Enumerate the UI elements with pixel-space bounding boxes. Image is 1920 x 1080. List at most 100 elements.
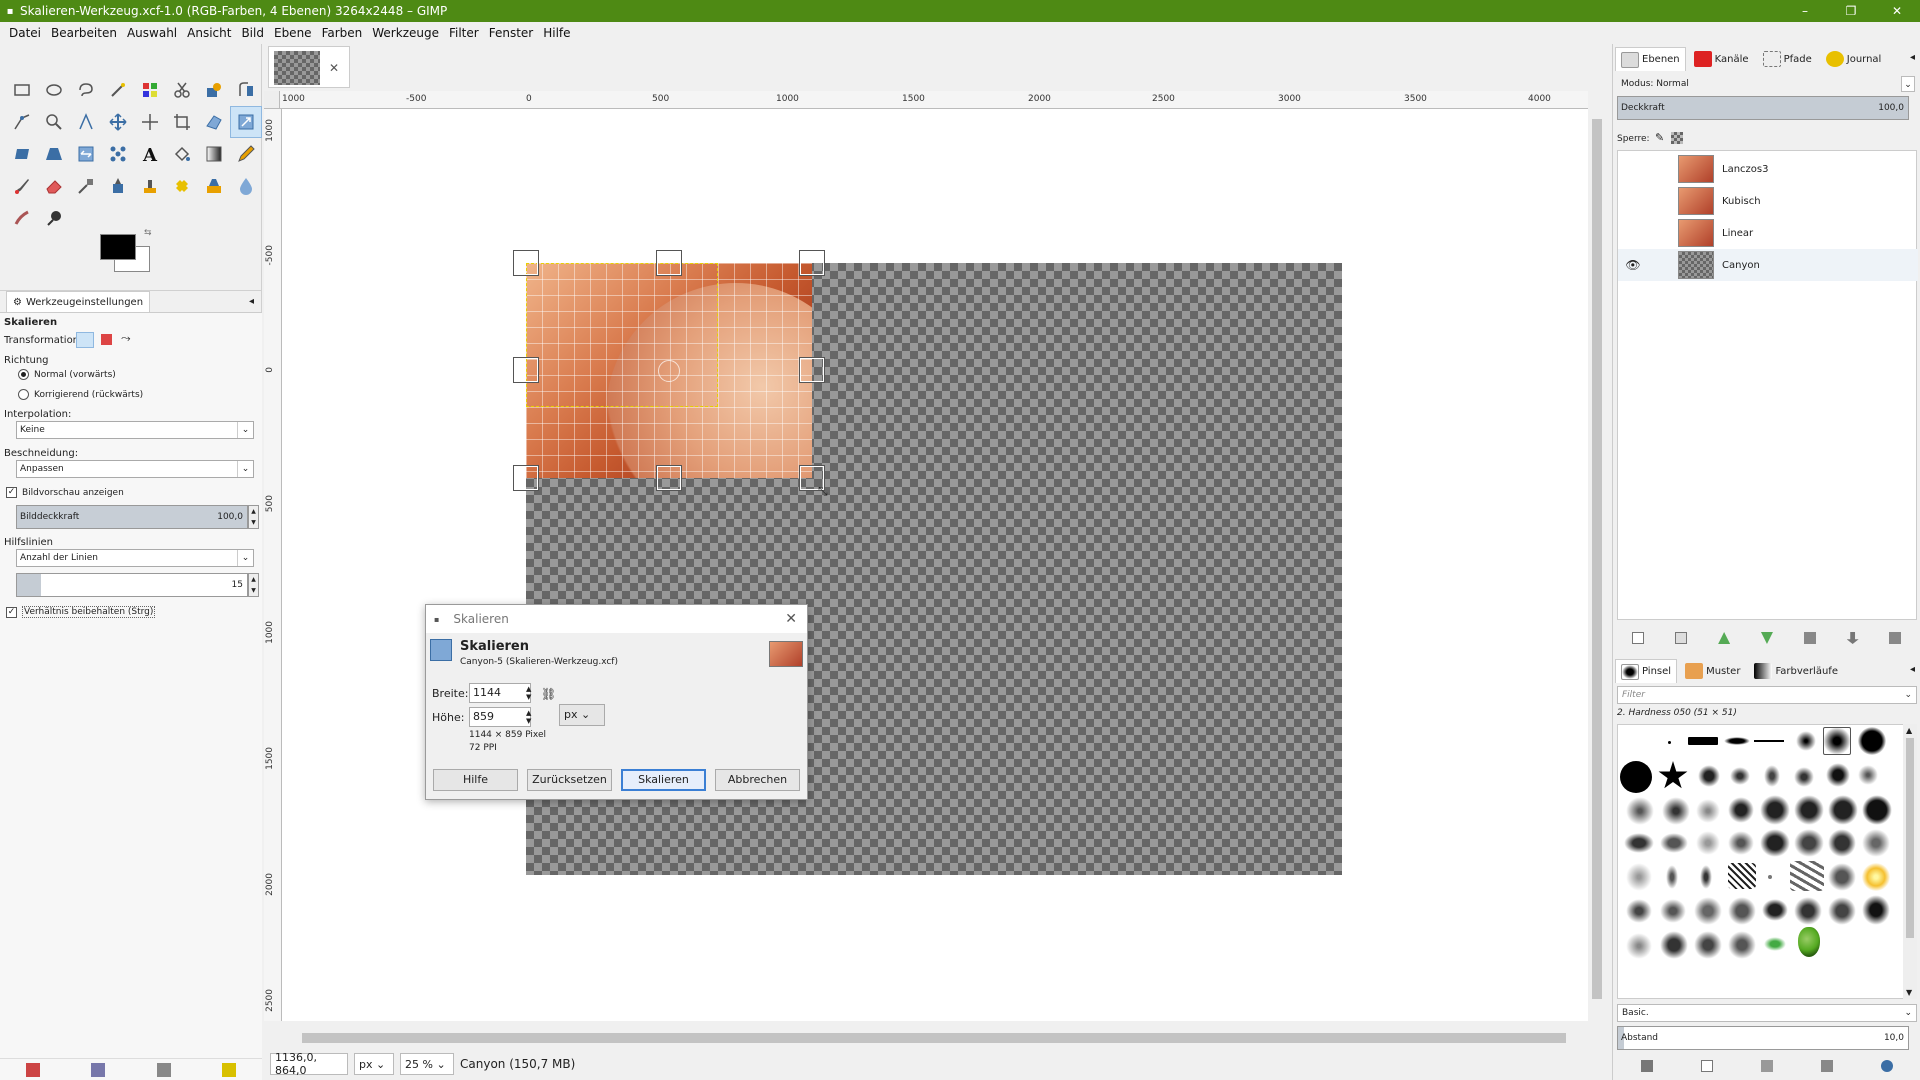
bucket-fill-tool-icon[interactable] — [166, 138, 198, 170]
menu-bild[interactable]: Bild — [236, 26, 269, 40]
guides-select[interactable]: Anzahl der Linien ⌄ — [16, 549, 254, 567]
brush-swatch[interactable] — [1828, 795, 1858, 825]
close-icon[interactable]: ✕ — [785, 611, 797, 627]
brush-swatch[interactable] — [1668, 741, 1671, 744]
ruler-corner[interactable] — [264, 91, 280, 109]
horizontal-ruler[interactable]: 1000 -500 0 500 1000 1500 2000 2500 3000… — [280, 91, 1592, 109]
brush-swatch[interactable] — [1700, 865, 1712, 889]
tab-pinsel[interactable]: Pinsel — [1615, 659, 1678, 683]
brush-swatch[interactable] — [1828, 863, 1856, 891]
anchor-layer-icon[interactable] — [1846, 632, 1859, 644]
scale-tool-icon[interactable] — [230, 106, 262, 138]
horizontal-scrollbar[interactable] — [282, 1031, 1588, 1045]
handle-top-left[interactable] — [513, 250, 539, 276]
brush-swatch[interactable] — [1828, 829, 1856, 857]
brush-swatch[interactable] — [1760, 795, 1790, 825]
brush-swatch[interactable] — [1858, 727, 1886, 755]
tab-kanaele[interactable]: Kanäle — [1688, 47, 1755, 71]
zoom-tool-icon[interactable] — [38, 106, 70, 138]
menu-filter[interactable]: Filter — [444, 26, 484, 40]
handle-top-right[interactable] — [799, 250, 825, 276]
swap-colors-icon[interactable]: ⇆ — [144, 228, 152, 238]
image-tab[interactable]: ✕ — [268, 46, 350, 88]
brush-swatch[interactable] — [1862, 829, 1890, 857]
paintbrush-tool-icon[interactable] — [6, 170, 38, 202]
pencil-tool-icon[interactable] — [230, 138, 262, 170]
handle-middle-right[interactable] — [799, 357, 825, 383]
brush-swatch[interactable] — [1698, 765, 1720, 787]
brush-swatch[interactable] — [1660, 931, 1688, 959]
brush-swatch[interactable] — [1828, 897, 1856, 925]
tab-ebenen[interactable]: Ebenen — [1615, 47, 1686, 71]
menu-bearbeiten[interactable]: Bearbeiten — [46, 26, 122, 40]
scroll-thumb[interactable] — [302, 1033, 1566, 1043]
text-tool-icon[interactable]: A — [134, 138, 166, 170]
lasso-tool-icon[interactable] — [70, 74, 102, 106]
brush-swatch[interactable] — [1694, 897, 1722, 925]
save-options-icon[interactable] — [25, 1062, 40, 1077]
brush-swatch[interactable] — [1666, 865, 1678, 889]
airbrush-tool-icon[interactable] — [70, 170, 102, 202]
rect-select-tool-icon[interactable] — [6, 74, 38, 106]
duplicate-brush-icon[interactable] — [1761, 1060, 1773, 1072]
direction-corrective-radio[interactable]: Korrigierend (rückwärts) — [18, 389, 143, 400]
chain-link-icon[interactable]: ⛓ — [541, 687, 556, 701]
lock-pixels-icon[interactable]: ✎ — [1655, 131, 1664, 144]
scroll-thumb[interactable] — [1906, 738, 1914, 938]
image-canvas[interactable]: ⤡ — [282, 109, 1588, 1021]
brush-scrollbar[interactable]: ▲ ▼ — [1903, 724, 1917, 999]
reset-options-icon[interactable] — [222, 1062, 237, 1077]
pivot-crosshair[interactable] — [658, 360, 680, 382]
clone-tool-icon[interactable] — [134, 170, 166, 202]
brush-swatch[interactable] — [1862, 895, 1890, 925]
brush-swatch[interactable] — [1626, 863, 1652, 891]
unit-select[interactable]: px ⌄ — [559, 704, 605, 726]
brush-swatch[interactable] — [1626, 899, 1652, 923]
brush-swatch[interactable] — [1798, 927, 1820, 957]
brush-preset-select[interactable]: Basic. ⌄ — [1617, 1004, 1917, 1022]
scroll-down-icon[interactable]: ▼ — [1906, 988, 1912, 997]
foreground-color-swatch[interactable] — [100, 234, 136, 260]
flip-tool-icon[interactable] — [70, 138, 102, 170]
refresh-brushes-icon[interactable] — [1881, 1060, 1893, 1072]
show-preview-checkbox[interactable]: ✓ Bildvorschau anzeigen — [6, 487, 124, 498]
eye-icon[interactable]: 👁 — [1618, 258, 1648, 272]
menu-fenster[interactable]: Fenster — [484, 26, 539, 40]
image-opacity-slider[interactable]: Bilddeckkraft 100,0 ▲ ▼ — [16, 505, 259, 529]
menu-werkzeuge[interactable]: Werkzeuge — [367, 26, 444, 40]
brush-swatch[interactable] — [1696, 831, 1720, 855]
unit-select[interactable]: px ⌄ — [354, 1053, 394, 1075]
menu-auswahl[interactable]: Auswahl — [122, 26, 182, 40]
menu-hilfe[interactable]: Hilfe — [538, 26, 575, 40]
delete-brush-icon[interactable] — [1821, 1060, 1833, 1072]
lower-layer-icon[interactable] — [1760, 632, 1773, 644]
direction-normal-radio[interactable]: Normal (vorwärts) — [18, 369, 116, 380]
brush-swatch[interactable] — [1826, 763, 1850, 787]
perspective-tool-icon[interactable] — [38, 138, 70, 170]
spin-buttons[interactable]: ▲ ▼ — [248, 505, 259, 529]
help-button[interactable]: Hilfe — [433, 769, 518, 791]
brush-swatch[interactable] — [1794, 795, 1824, 825]
brush-swatch[interactable] — [1728, 897, 1756, 925]
layer-row-lanczos3[interactable]: Lanczos3 — [1618, 153, 1918, 185]
smudge-tool-icon[interactable] — [6, 202, 38, 234]
close-button[interactable]: ✕ — [1874, 0, 1920, 22]
layer-row-linear[interactable]: Linear — [1618, 217, 1918, 249]
brush-swatch[interactable] — [1728, 831, 1754, 855]
brush-filter-input[interactable]: Filter ⌄ — [1617, 686, 1917, 704]
fuzzy-select-tool-icon[interactable] — [102, 74, 134, 106]
paths-tool-icon[interactable] — [6, 106, 38, 138]
brush-swatch[interactable] — [1626, 797, 1654, 825]
brush-swatch[interactable] — [1764, 765, 1780, 787]
ink-tool-icon[interactable] — [102, 170, 134, 202]
gradient-tool-icon[interactable] — [198, 138, 230, 170]
scroll-up-icon[interactable]: ▲ — [1906, 726, 1912, 735]
panel-menu-icon[interactable]: ◂ — [1910, 52, 1915, 63]
panel-menu-icon[interactable]: ◂ — [1910, 664, 1915, 675]
height-spinner[interactable]: ▲ ▼ — [526, 709, 531, 725]
guides-count-slider[interactable]: 15 ▲ ▼ — [16, 573, 259, 597]
zoom-select[interactable]: 25 % ⌄ — [400, 1053, 454, 1075]
menu-ansicht[interactable]: Ansicht — [182, 26, 236, 40]
brush-swatch[interactable] — [1794, 829, 1824, 857]
mode-select[interactable]: Modus: Normal ⌄ — [1617, 76, 1917, 94]
